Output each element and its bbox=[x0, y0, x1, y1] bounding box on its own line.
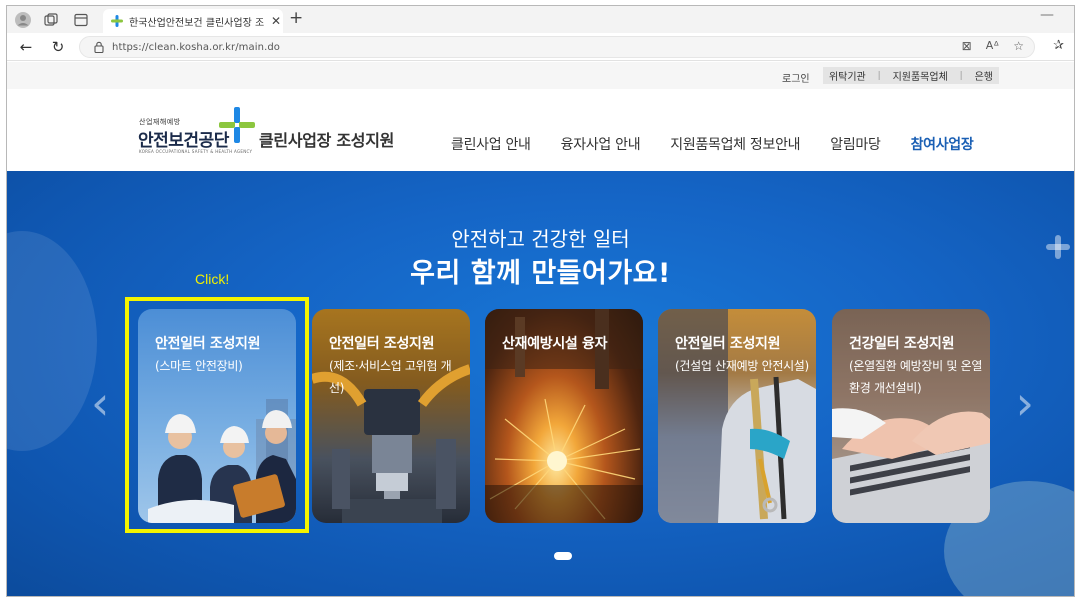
click-highlight-box bbox=[125, 297, 309, 533]
workspaces-icon[interactable] bbox=[41, 10, 61, 30]
minimize-icon[interactable]: — bbox=[1040, 7, 1054, 23]
media-blocked-icon[interactable]: ⊠ bbox=[962, 39, 972, 53]
tab-bar: 한국산업안전보건 클린사업장 조 ✕ + — bbox=[7, 6, 1074, 33]
tab-close-icon[interactable]: ✕ bbox=[271, 14, 281, 28]
utility-link-agency[interactable]: 위탁기관 bbox=[829, 68, 866, 83]
service-card-prevention-loan[interactable]: 산재예방시설 융자 bbox=[485, 309, 643, 523]
nav-item-participants[interactable]: 참여사업장 bbox=[911, 134, 974, 154]
utility-link-bank[interactable]: 은행 bbox=[975, 68, 993, 83]
login-link[interactable]: 로그인 bbox=[782, 70, 810, 85]
utility-links: 위탁기관 | 지원품목업체 | 은행 bbox=[823, 67, 999, 84]
nav-item-loan-business[interactable]: 융자사업 안내 bbox=[561, 134, 641, 154]
divider: | bbox=[877, 70, 881, 81]
tab-title: 한국산업안전보건 클린사업장 조 bbox=[129, 17, 265, 29]
carousel-pager-dot[interactable] bbox=[554, 552, 572, 560]
card-title: 건강일터 조성지원 bbox=[849, 336, 955, 352]
carousel-prev-icon[interactable]: ‹ bbox=[91, 376, 109, 430]
url-actions: ⊠ Aᐞ ☆ bbox=[962, 39, 1024, 53]
lock-icon[interactable] bbox=[94, 41, 104, 53]
divider: | bbox=[959, 70, 963, 81]
card-description: (건설업 산재예방 안전시설) bbox=[675, 359, 809, 373]
service-card-construction[interactable]: 안전일터 조성지원 (건설업 산재예방 안전시설) bbox=[658, 309, 816, 523]
logo-cross-icon bbox=[219, 107, 255, 143]
address-bar: ← ↻ https://clean.kosha.or.kr/main.do ⊠ … bbox=[7, 33, 1074, 61]
carousel-next-icon[interactable]: › bbox=[1016, 376, 1034, 430]
logo-subtitle: 클린사업장 조성지원 bbox=[259, 131, 395, 150]
refresh-icon[interactable]: ↻ bbox=[47, 36, 69, 58]
service-card-health[interactable]: 건강일터 조성지원 (온열질환 예방장비 및 온열환경 개선설비) bbox=[832, 309, 990, 523]
url-field[interactable]: https://clean.kosha.or.kr/main.do ⊠ Aᐞ ☆ bbox=[79, 36, 1035, 58]
logo-main-text: 안전보건공단 bbox=[138, 131, 229, 151]
card-title: 안전일터 조성지원 bbox=[329, 336, 435, 352]
profile-icon[interactable] bbox=[13, 10, 33, 30]
service-card-manufacturing[interactable]: 안전일터 조성지원 (제조·서비스업 고위험 개선) bbox=[312, 309, 470, 523]
utility-link-vendors[interactable]: 지원품목업체 bbox=[893, 68, 948, 83]
nav-item-clean-business[interactable]: 클린사업 안내 bbox=[451, 134, 531, 154]
browser-window: 한국산업안전보건 클린사업장 조 ✕ + — ← ↻ https://clean… bbox=[6, 5, 1075, 597]
read-aloud-icon[interactable]: Aᐞ bbox=[986, 39, 1000, 53]
site-header: 산업재해예방 안전보건공단 KOREA OCCUPATIONAL SAFETY … bbox=[7, 89, 1074, 171]
site-favicon-icon bbox=[111, 15, 123, 27]
url-text: https://clean.kosha.or.kr/main.do bbox=[112, 41, 281, 53]
click-annotation: Click! bbox=[195, 271, 230, 287]
hero-subheading: 안전하고 건강한 일터 bbox=[451, 227, 630, 251]
card-description: (제조·서비스업 고위험 개선) bbox=[329, 359, 452, 395]
card-description: (온열질환 예방장비 및 온열환경 개선설비) bbox=[849, 359, 983, 395]
nav-item-vendor-info[interactable]: 지원품목업체 정보안내 bbox=[670, 134, 800, 154]
favorites-icon[interactable]: ✰ bbox=[1053, 38, 1064, 53]
favorite-star-icon[interactable]: ☆ bbox=[1013, 39, 1024, 53]
back-icon[interactable]: ← bbox=[15, 36, 37, 58]
utility-bar: 로그인 위탁기관 | 지원품목업체 | 은행 bbox=[7, 62, 1074, 89]
tab-actions-icon[interactable] bbox=[71, 10, 91, 30]
main-nav: 클린사업 안내 융자사업 안내 지원품목업체 정보안내 알림마당 참여사업장 bbox=[451, 134, 1003, 154]
hero-banner: 안전하고 건강한 일터 우리 함께 만들어가요! ‹ › 안전일터 조성지원 (… bbox=[7, 171, 1074, 596]
new-tab-icon[interactable]: + bbox=[289, 8, 303, 28]
card-title: 산재예방시설 융자 bbox=[502, 336, 608, 352]
logo-english-text: KOREA OCCUPATIONAL SAFETY & HEALTH AGENC… bbox=[139, 149, 253, 154]
nav-item-notices[interactable]: 알림마당 bbox=[830, 134, 881, 154]
hero-heading: 우리 함께 만들어가요! bbox=[410, 258, 671, 289]
card-title: 안전일터 조성지원 bbox=[675, 336, 781, 352]
active-tab[interactable]: 한국산업안전보건 클린사업장 조 ✕ bbox=[103, 9, 283, 33]
